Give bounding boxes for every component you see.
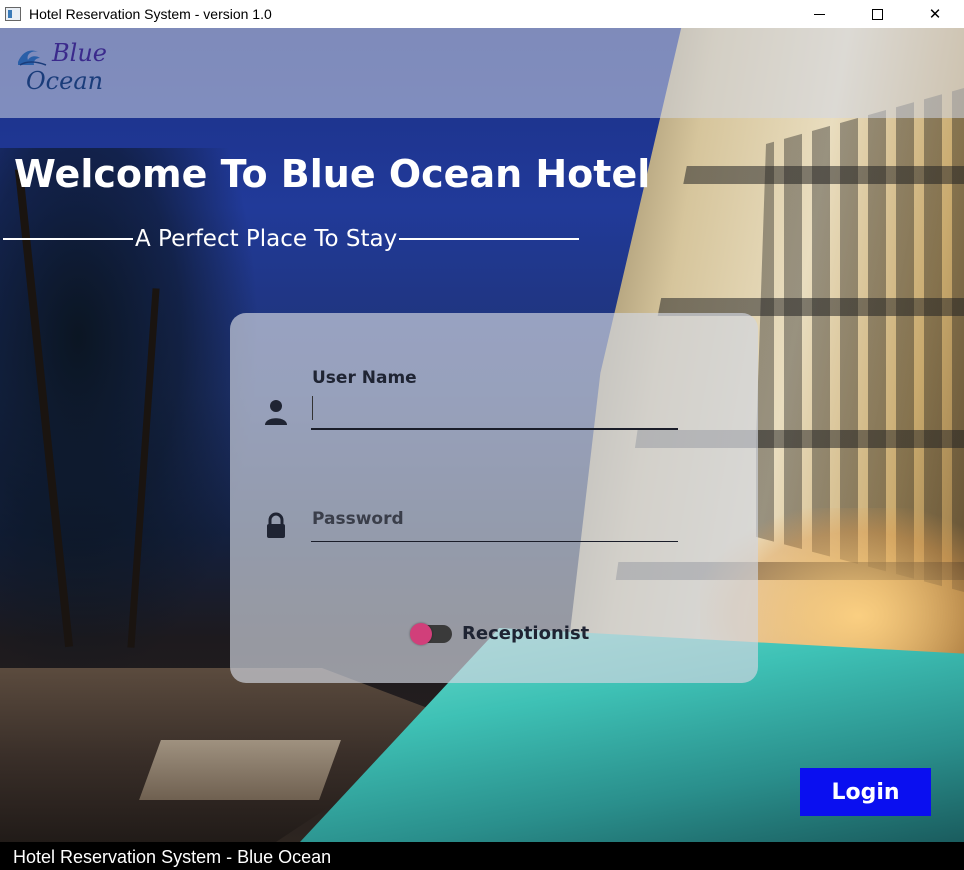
close-button[interactable]: ✕ bbox=[906, 0, 964, 28]
receptionist-toggle[interactable] bbox=[410, 623, 452, 645]
app-window-icon bbox=[5, 7, 21, 21]
tagline-rule-left bbox=[3, 238, 133, 240]
receptionist-toggle-label: Receptionist bbox=[462, 623, 590, 644]
username-input[interactable] bbox=[314, 395, 676, 421]
password-input[interactable] bbox=[314, 509, 676, 535]
login-screen: Blue Ocean Welcome To Blue Ocean Hotel A… bbox=[0, 28, 964, 842]
minimize-icon bbox=[813, 13, 825, 15]
login-button[interactable]: Login bbox=[800, 768, 931, 816]
window-title-bar[interactable]: Hotel Reservation System - version 1.0 ✕ bbox=[0, 0, 964, 28]
username-underline bbox=[311, 428, 678, 430]
background-lounger bbox=[139, 740, 341, 800]
user-icon bbox=[265, 400, 287, 425]
window-title: Hotel Reservation System - version 1.0 bbox=[29, 6, 272, 22]
maximize-button[interactable] bbox=[848, 0, 906, 28]
lock-icon bbox=[267, 512, 285, 538]
password-underline bbox=[311, 541, 678, 542]
wave-icon bbox=[18, 50, 47, 66]
hotel-logo: Blue Ocean bbox=[14, 34, 114, 98]
username-label: User Name bbox=[312, 368, 417, 388]
maximize-icon bbox=[871, 8, 883, 20]
close-icon: ✕ bbox=[928, 6, 942, 23]
logo-text-ocean: Ocean bbox=[26, 67, 104, 95]
tagline-text: A Perfect Place To Stay bbox=[135, 226, 398, 252]
login-card: User Name Password Receptionist bbox=[230, 313, 758, 683]
page-title: Welcome To Blue Ocean Hotel bbox=[14, 152, 651, 196]
window-controls: ✕ bbox=[790, 0, 964, 28]
header-strip: Blue Ocean bbox=[0, 28, 964, 118]
text-caret bbox=[312, 396, 313, 420]
tagline-rule-right bbox=[399, 238, 580, 240]
minimize-button[interactable] bbox=[790, 0, 848, 28]
tagline: A Perfect Place To Stay bbox=[3, 224, 603, 254]
status-bar: Hotel Reservation System - Blue Ocean bbox=[0, 842, 964, 870]
toggle-knob[interactable] bbox=[410, 623, 432, 645]
logo-text-blue: Blue bbox=[52, 39, 107, 67]
